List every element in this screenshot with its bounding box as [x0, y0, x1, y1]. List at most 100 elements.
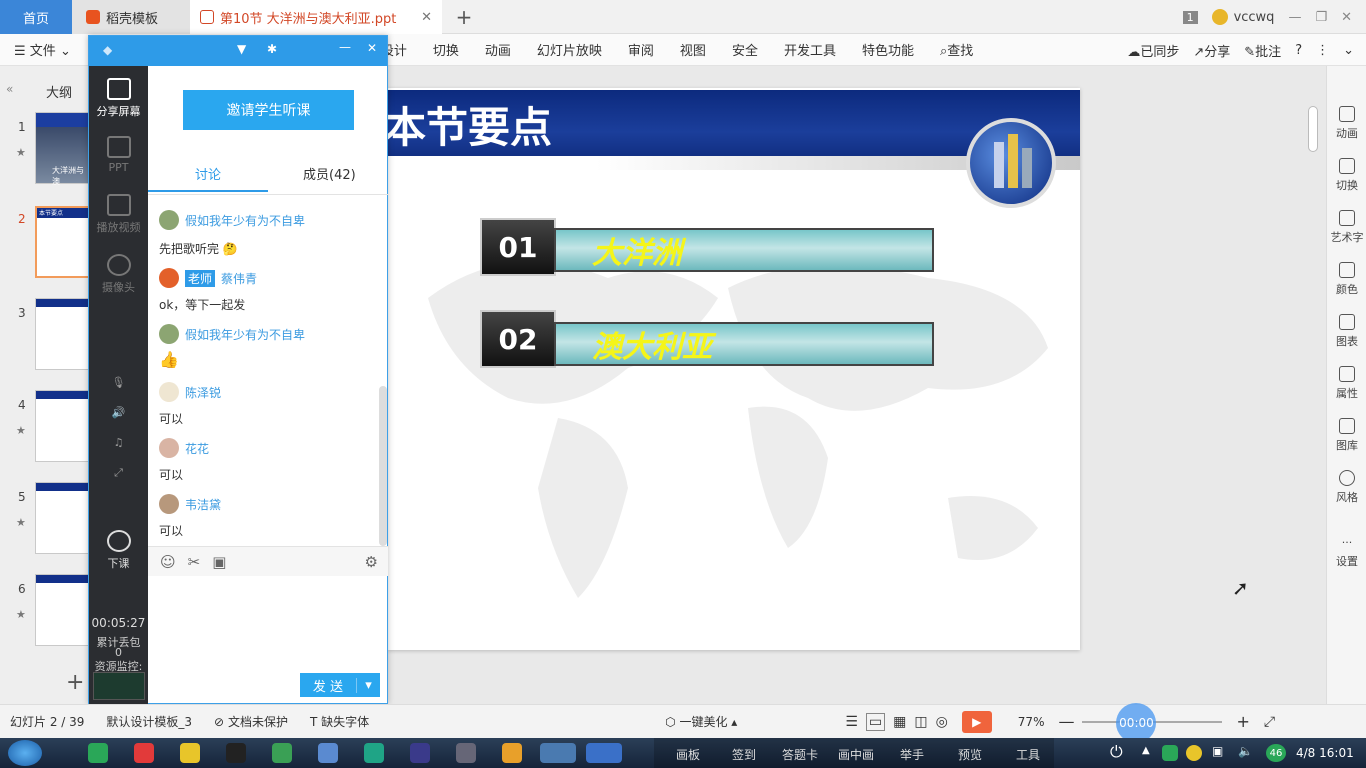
taskbar-app-icon[interactable] [456, 743, 476, 763]
comment-button[interactable]: ✎批注 [1244, 41, 1281, 60]
qq-icon[interactable] [226, 743, 246, 763]
thumbnail-slide-3[interactable] [35, 298, 90, 370]
thumbnail-slide-2[interactable]: 本节要点 [35, 206, 90, 278]
tray-shield-icon[interactable] [1162, 745, 1178, 761]
thumbnail-slide-4[interactable] [35, 390, 90, 462]
recording-timer[interactable]: 00:00 [1116, 702, 1157, 743]
share-screen-button[interactable]: 分享屏幕 [89, 78, 148, 119]
protect-status[interactable]: ⊘ 文档未保护 [214, 713, 288, 730]
toolbar-tools[interactable]: 工具 [1016, 746, 1040, 763]
menu-slideshow[interactable]: 幻灯片放映 [537, 40, 602, 59]
taskbar-app-icon[interactable] [502, 743, 522, 763]
volume-icon[interactable]: 🔈 [1238, 744, 1253, 758]
send-button[interactable]: 发 送 ▾ [300, 673, 380, 697]
dropdown-icon[interactable]: ▼ [237, 42, 246, 56]
emoji-picker-icon[interactable]: ☺ [160, 553, 176, 571]
start-button-icon[interactable] [8, 740, 42, 766]
taskbar-app-icon[interactable] [134, 743, 154, 763]
missing-font[interactable]: T 缺失字体 [310, 713, 369, 730]
power-icon[interactable]: ⏻ [1110, 742, 1123, 762]
template-name[interactable]: 默认设计模板_3 [106, 713, 192, 730]
pane-style[interactable]: 风格 [1327, 470, 1366, 505]
zoom-level[interactable]: 77% [1018, 715, 1045, 729]
taskbar-app-icon[interactable] [272, 743, 292, 763]
pane-chart[interactable]: 图表 [1327, 314, 1366, 349]
taskbar-app-icon[interactable] [88, 743, 108, 763]
end-class-button[interactable]: 下课 [89, 530, 148, 571]
notification-badge[interactable]: 1 [1182, 10, 1198, 24]
item-label-oceania[interactable]: 大洋洲 [554, 228, 934, 272]
pane-transition[interactable]: 切换 [1327, 158, 1366, 193]
share-button[interactable]: ↗分享 [1193, 41, 1230, 60]
menu-transition[interactable]: 切换 [433, 40, 459, 59]
normal-view-icon[interactable]: ▭ [865, 712, 886, 731]
pane-color[interactable]: 颜色 [1327, 262, 1366, 297]
tray-expand-icon[interactable]: ▲ [1142, 745, 1150, 756]
menu-review[interactable]: 审阅 [628, 40, 654, 59]
music-icon[interactable]: ♫ [89, 436, 148, 449]
taskbar-app-icon[interactable] [318, 743, 338, 763]
minimize-panel-icon[interactable]: — [339, 40, 351, 54]
close-tab-icon[interactable]: ✕ [421, 10, 432, 25]
toolbar-whiteboard[interactable]: 画板 [676, 746, 700, 763]
tab-members[interactable]: 成员(42) [303, 164, 356, 183]
toolbar-raise-hand[interactable]: 举手 [900, 746, 924, 763]
clock[interactable]: 4/8 16:01 [1296, 746, 1354, 760]
toolbar-preview[interactable]: 预览 [958, 746, 982, 763]
taskbar-app-icon[interactable] [410, 743, 430, 763]
thumbnail-slide-6[interactable] [35, 574, 90, 646]
toolbar-checkin[interactable]: 签到 [732, 746, 756, 763]
scrollbar-thumb[interactable] [1308, 106, 1318, 152]
tab-docer[interactable]: 稻壳模板 [72, 0, 190, 34]
collapse-pane-icon[interactable]: « [6, 82, 13, 96]
taskbar-app-icon[interactable] [364, 743, 384, 763]
restore-icon[interactable]: ❐ [1315, 10, 1327, 25]
network-icon[interactable]: ▣ [1212, 744, 1223, 758]
more-icon[interactable]: ⋮ [1316, 43, 1329, 58]
microphone-icon[interactable]: 🎙 [89, 376, 148, 389]
fullscreen-icon[interactable]: ⤢ [89, 466, 148, 480]
speaker-icon[interactable]: 🔊 [89, 406, 148, 419]
play-video-button[interactable]: 播放视频 [89, 194, 148, 235]
taskbar-app-active-icon[interactable] [540, 743, 576, 763]
pane-animation[interactable]: 动画 [1327, 106, 1366, 141]
thumbnail-slide-5[interactable] [35, 482, 90, 554]
tab-discussion[interactable]: 讨论 [195, 164, 221, 183]
pin-icon[interactable]: ✱ [267, 42, 277, 56]
zoom-slider[interactable]: 00:00 [1082, 702, 1223, 743]
chat-scrollbar[interactable] [379, 386, 387, 546]
menu-view[interactable]: 视图 [680, 40, 706, 59]
pane-settings[interactable]: ··· 设置 [1327, 536, 1366, 569]
toolbar-picture-in-picture[interactable]: 画中画 [838, 746, 874, 763]
ppt-button[interactable]: PPT [89, 136, 148, 174]
help-button[interactable]: ? [1295, 43, 1302, 58]
menu-animation[interactable]: 动画 [485, 40, 511, 59]
camera-button[interactable]: 摄像头 [89, 254, 148, 295]
minimize-icon[interactable]: — [1288, 10, 1301, 25]
pane-properties[interactable]: 属性 [1327, 366, 1366, 401]
new-tab-button[interactable]: + [452, 0, 476, 34]
search-menu[interactable]: ⌕查找 [940, 40, 973, 59]
vertical-scrollbar[interactable] [1306, 100, 1320, 700]
user-account[interactable]: vccwq [1211, 9, 1274, 25]
collapse-icon[interactable]: ⌄ [1343, 43, 1354, 58]
tab-ppt-document[interactable]: 第10节 大洋洲与澳大利亚.ppt ✕ [190, 0, 442, 34]
invite-students-button[interactable]: 邀请学生听课 [183, 90, 354, 130]
reading-view-icon[interactable]: ◫ [914, 714, 927, 730]
menu-developer[interactable]: 开发工具 [784, 40, 836, 59]
tab-home[interactable]: 首页 [0, 0, 72, 34]
fit-window-icon[interactable]: ⤢ [1264, 714, 1275, 730]
slide-canvas[interactable]: 本节要点 01 大洋洲 02 澳大利亚 [388, 88, 1080, 650]
one-click-beautify[interactable]: ⬡ 一键美化 ▴ [665, 713, 737, 730]
menu-special[interactable]: 特色功能 [862, 40, 914, 59]
taskbar-app-icon[interactable] [180, 743, 200, 763]
settings-icon[interactable]: ⚙ [365, 553, 378, 571]
scissors-icon[interactable]: ✂ [188, 553, 201, 571]
tray-app-icon[interactable] [1186, 745, 1202, 761]
outline-tab[interactable]: 大纲 [46, 82, 72, 101]
slide-title[interactable]: 本节要点 [388, 94, 552, 155]
menu-security[interactable]: 安全 [732, 40, 758, 59]
play-slideshow-button[interactable]: ▶ [961, 710, 992, 733]
item-label-australia[interactable]: 澳大利亚 [554, 322, 934, 366]
pane-wordart[interactable]: 艺术字 [1327, 210, 1366, 245]
